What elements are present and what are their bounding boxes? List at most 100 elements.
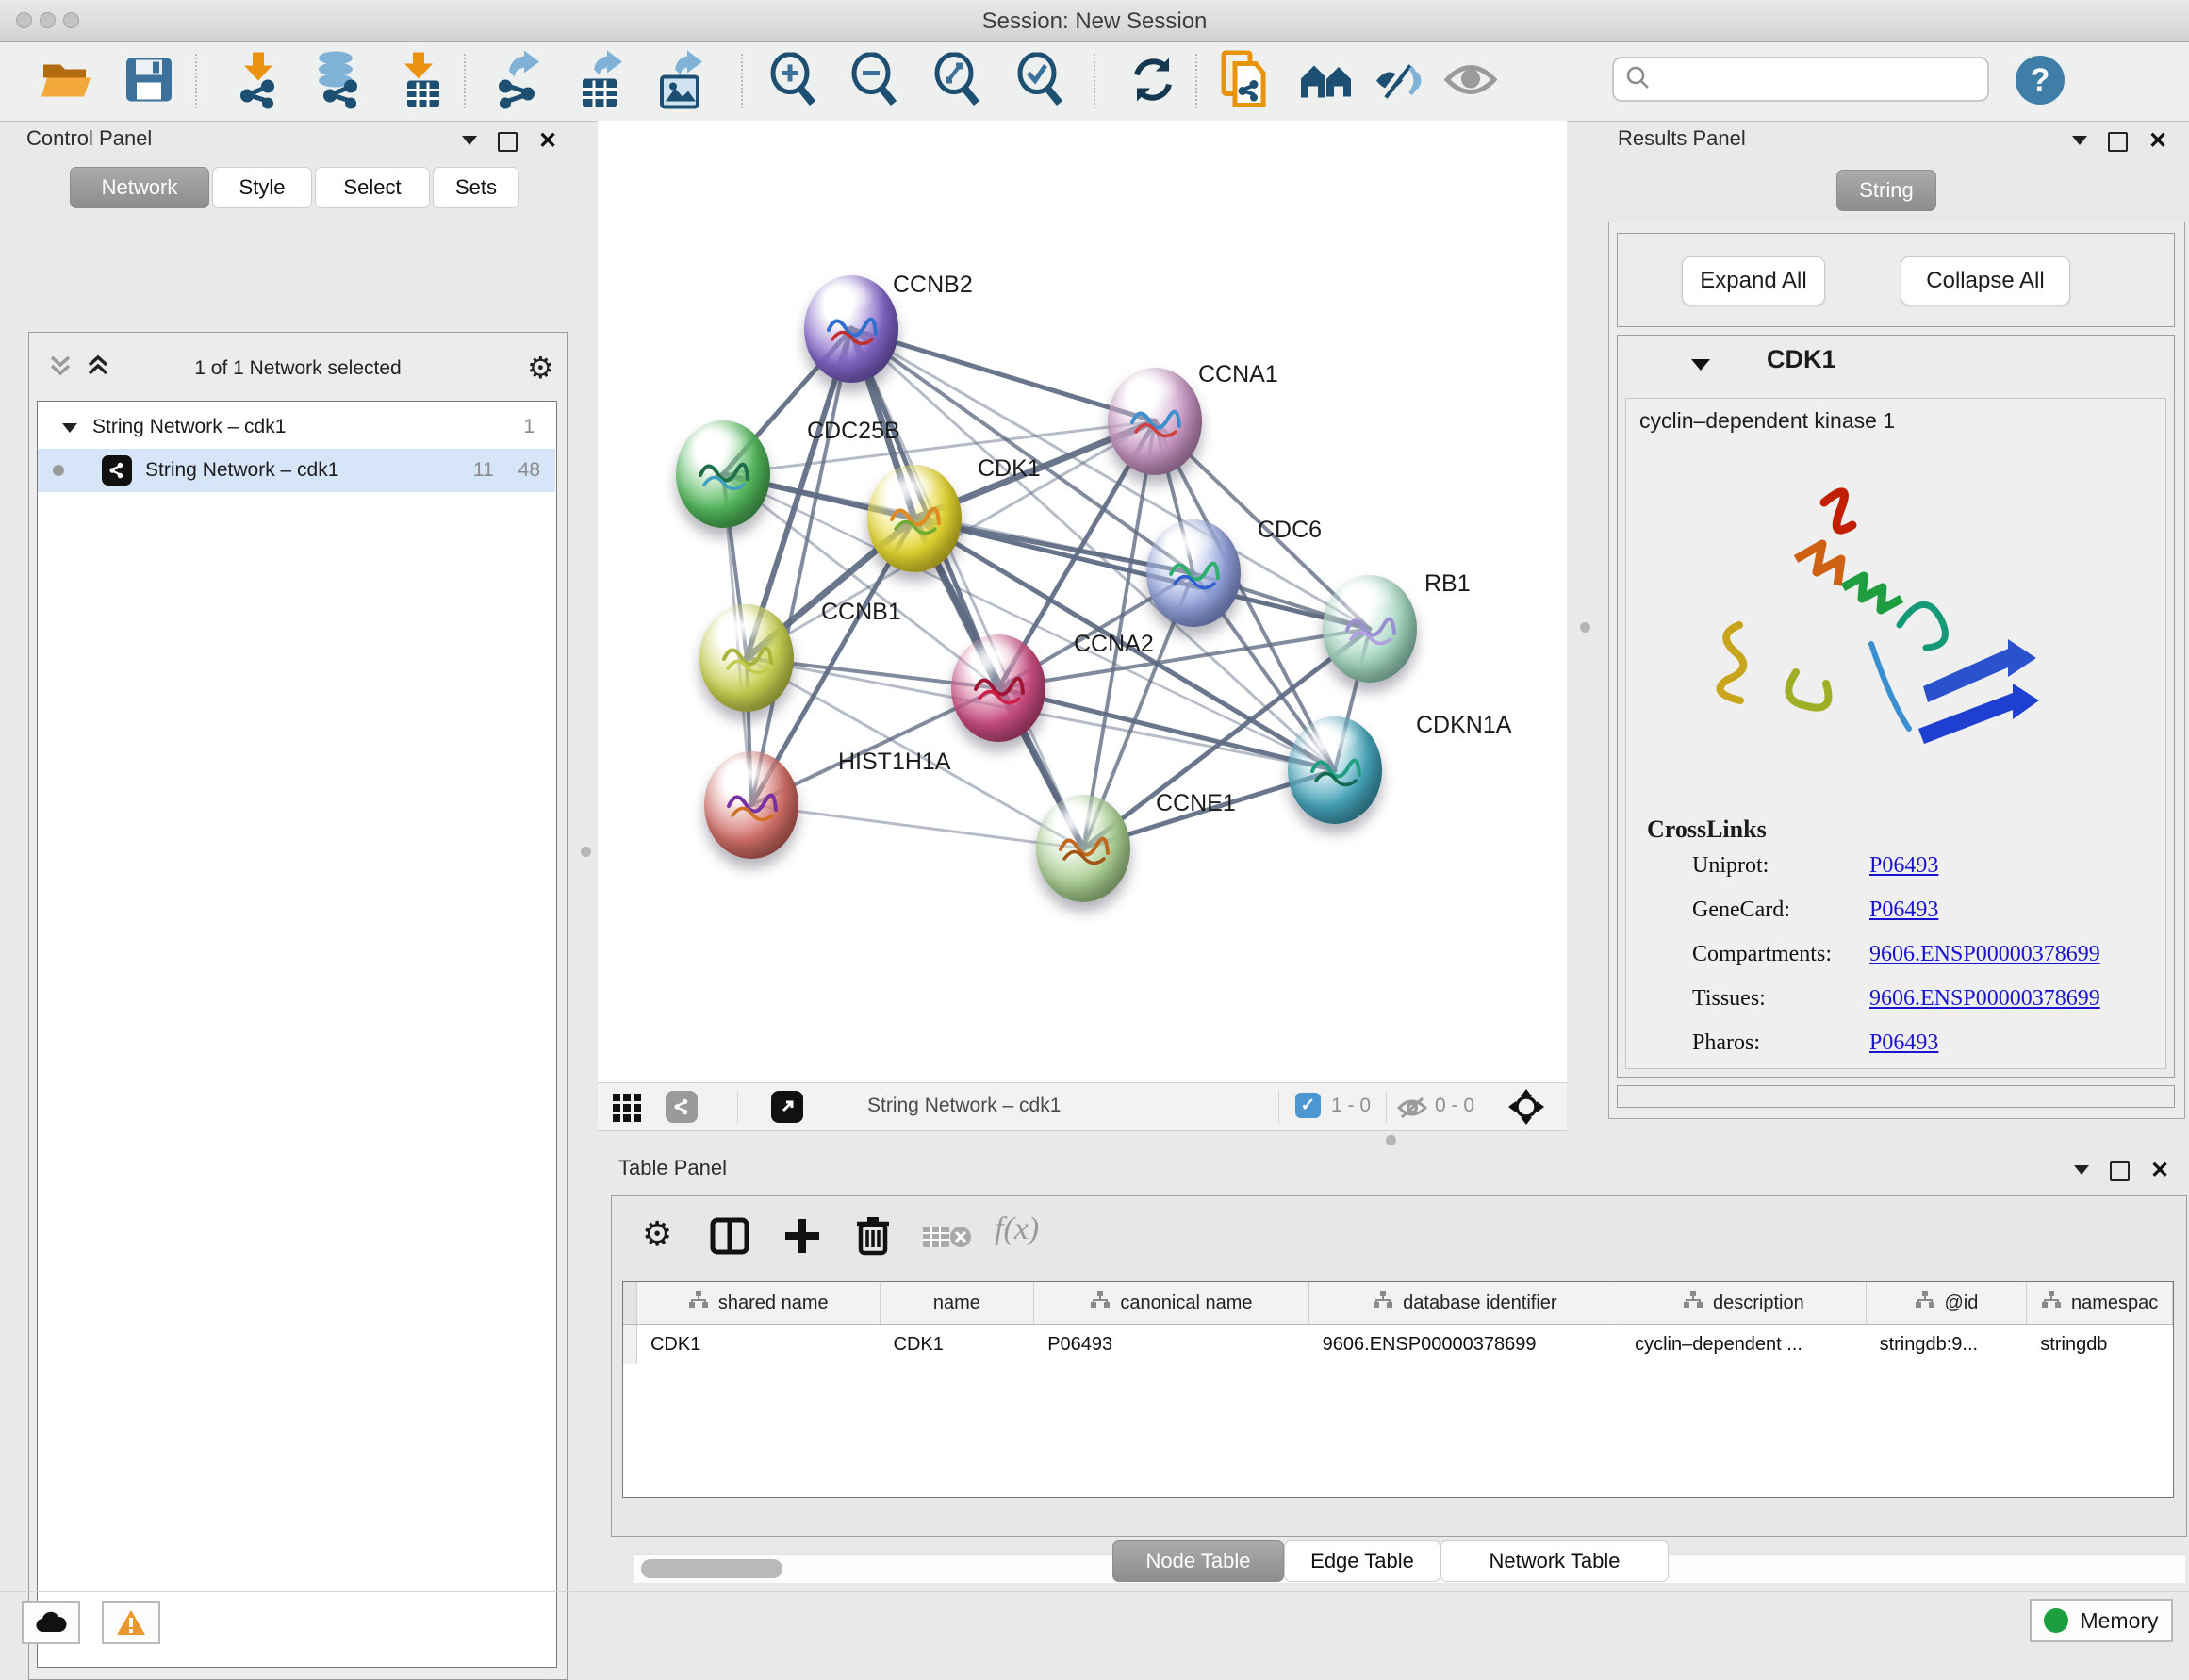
node-ccne1[interactable] — [1036, 795, 1130, 902]
delete-table-icon — [923, 1223, 974, 1256]
cell-database-identifier[interactable]: 9606.ENSP00000378699 — [1309, 1325, 1621, 1364]
network-canvas[interactable]: CCNB2CCNA1CDC25BCDK1CDC6RB1CCNB1CCNA2CDK… — [598, 121, 1567, 1082]
show-columns-icon[interactable] — [710, 1217, 749, 1260]
crosslink-link-pharos-[interactable]: P06493 — [1869, 1030, 1938, 1056]
tab-select[interactable]: Select — [315, 167, 430, 208]
column-header-canonical-name[interactable]: canonical name — [1034, 1282, 1308, 1324]
node-ccna2[interactable] — [951, 634, 1045, 742]
column-header-name[interactable]: name — [881, 1282, 1035, 1324]
network-view-type-icon[interactable] — [666, 1091, 698, 1123]
selected-checkbox-icon[interactable]: ✓ — [1295, 1093, 1321, 1118]
open-session-icon[interactable] — [40, 57, 94, 107]
panel-menu-icon[interactable] — [2074, 1162, 2089, 1179]
expand-all-button[interactable]: Expand All — [1682, 256, 1825, 305]
section-disclosure-icon[interactable] — [1691, 358, 1710, 375]
network-row-selected[interactable]: String Network – cdk1 11 48 — [38, 449, 555, 492]
hscrollbar-thumb[interactable] — [641, 1559, 782, 1578]
column-header--id[interactable]: @id — [1867, 1282, 2028, 1324]
memory-button[interactable]: Memory — [2030, 1599, 2173, 1642]
warning-button[interactable] — [102, 1601, 160, 1644]
crosslink-link-tissues-[interactable]: 9606.ENSP00000378699 — [1869, 986, 2100, 1012]
panel-menu-icon[interactable] — [2072, 133, 2087, 150]
node-label-cdc25b: CDC25B — [807, 418, 900, 445]
network-collection-row[interactable]: String Network – cdk1 1 — [38, 405, 555, 449]
zoom-out-icon[interactable] — [848, 52, 901, 111]
column-header-database-identifier[interactable]: database identifier — [1309, 1282, 1621, 1324]
viewbar-separator — [737, 1091, 738, 1123]
table-row[interactable]: CDK1CDK1P064939606.ENSP00000378699cyclin… — [623, 1325, 2173, 1364]
node-hist1h1a[interactable] — [704, 751, 798, 859]
tab-sets[interactable]: Sets — [433, 167, 519, 208]
first-neighbors-icon[interactable] — [1299, 58, 1356, 106]
delete-column-icon[interactable] — [855, 1215, 891, 1261]
close-panel-icon[interactable]: ✕ — [2150, 1160, 2169, 1182]
tab-string[interactable]: String — [1836, 170, 1936, 211]
collapse-all-button[interactable]: Collapse All — [1901, 256, 2070, 305]
grid-view-icon[interactable] — [613, 1094, 641, 1127]
tab-node-table[interactable]: Node Table — [1112, 1540, 1284, 1582]
detach-view-icon[interactable] — [771, 1091, 803, 1123]
cell-name[interactable]: CDK1 — [881, 1325, 1035, 1364]
import-table-file-icon[interactable] — [396, 50, 445, 113]
export-image-icon[interactable] — [654, 50, 707, 113]
viewbar-separator — [1278, 1091, 1279, 1123]
collection-disclosure-icon[interactable] — [62, 416, 77, 438]
cell--id[interactable]: stringdb:9... — [1867, 1325, 2028, 1364]
birdseye-navigator-icon[interactable] — [1508, 1089, 1544, 1129]
cell-description[interactable]: cyclin–dependent ... — [1621, 1325, 1867, 1364]
zoom-in-icon[interactable] — [767, 52, 820, 111]
toolbar-separator — [741, 54, 743, 108]
refresh-icon[interactable] — [1127, 54, 1178, 109]
column-header-namespac[interactable]: namespac — [2027, 1282, 2173, 1324]
export-network-icon[interactable] — [492, 50, 545, 113]
float-panel-icon[interactable] — [2110, 1161, 2130, 1181]
table-settings-gear-icon[interactable]: ⚙ — [642, 1215, 672, 1254]
node-cdkn1a[interactable] — [1288, 716, 1382, 824]
tab-network-table[interactable]: Network Table — [1440, 1540, 1669, 1582]
tab-style[interactable]: Style — [212, 167, 312, 208]
search-field[interactable] — [1612, 57, 1989, 102]
network-list: String Network – cdk1 1 String Network –… — [37, 401, 557, 1668]
column-header-description[interactable]: description — [1621, 1282, 1867, 1324]
node-cdk1[interactable] — [867, 465, 962, 572]
duplicate-network-icon[interactable] — [1220, 50, 1269, 113]
bottom-splitter-handle[interactable] — [1386, 1135, 1396, 1145]
left-splitter-handle[interactable] — [581, 847, 591, 857]
node-label-ccna2: CCNA2 — [1074, 631, 1154, 658]
node-rb1[interactable] — [1323, 575, 1417, 683]
cell-namespac[interactable]: stringdb — [2027, 1325, 2173, 1364]
node-ccnb2[interactable] — [804, 275, 898, 383]
import-network-database-icon[interactable] — [309, 50, 368, 113]
tab-network[interactable]: Network — [70, 167, 209, 208]
hide-unhide-icon[interactable] — [1374, 58, 1429, 106]
search-input[interactable] — [1650, 66, 1965, 92]
hidden-eye-slash-icon[interactable] — [1397, 1096, 1427, 1124]
float-panel-icon[interactable] — [2108, 132, 2128, 152]
crosslink-link-compartments-[interactable]: 9606.ENSP00000378699 — [1869, 942, 2100, 967]
float-panel-icon[interactable] — [498, 132, 518, 152]
save-session-icon[interactable] — [124, 56, 173, 107]
zoom-fit-icon[interactable] — [931, 52, 984, 111]
close-panel-icon[interactable]: ✕ — [2148, 130, 2167, 153]
zoom-selected-icon[interactable] — [1014, 52, 1067, 111]
close-panel-icon[interactable]: ✕ — [538, 130, 557, 153]
panel-menu-icon[interactable] — [462, 133, 477, 150]
node-cdc25b[interactable] — [676, 420, 770, 528]
cell-shared-name[interactable]: CDK1 — [637, 1325, 881, 1364]
crosslink-link-genecard-[interactable]: P06493 — [1869, 898, 1938, 923]
import-network-file-icon[interactable] — [232, 50, 285, 113]
create-column-icon[interactable] — [783, 1217, 821, 1260]
crosslink-link-uniprot-[interactable]: P06493 — [1869, 853, 1938, 879]
tab-edge-table[interactable]: Edge Table — [1284, 1540, 1440, 1582]
help-button[interactable]: ? — [2016, 56, 2065, 105]
node-cdc6[interactable] — [1146, 519, 1241, 627]
cloud-button[interactable] — [22, 1601, 80, 1644]
ribbon-thumbnail — [1125, 394, 1185, 451]
network-options-gear-icon[interactable]: ⚙ — [527, 350, 554, 386]
export-table-icon[interactable] — [575, 50, 628, 113]
node-ccna1[interactable] — [1108, 368, 1202, 475]
right-splitter-handle[interactable] — [1580, 622, 1590, 633]
node-ccnb1[interactable] — [699, 604, 794, 712]
cell-canonical-name[interactable]: P06493 — [1034, 1325, 1308, 1364]
column-header-shared-name[interactable]: shared name — [637, 1282, 881, 1324]
